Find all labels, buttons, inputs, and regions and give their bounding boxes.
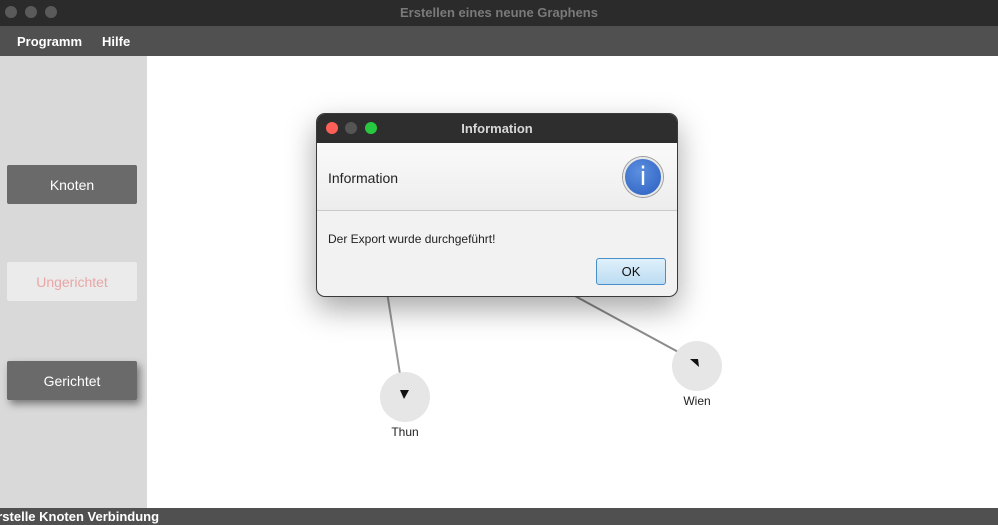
dialog-title: Information: [461, 121, 533, 136]
sidebar: Knoten Ungerichtet Gerichtet: [0, 56, 147, 508]
info-icon: i: [623, 157, 663, 197]
dialog-titlebar: Information: [317, 114, 677, 143]
menu-programm[interactable]: Programm: [17, 34, 82, 49]
dialog-header: Information i: [317, 143, 677, 211]
gerichtet-button[interactable]: Gerichtet: [7, 361, 137, 400]
menu-bar: Programm Hilfe: [0, 26, 998, 56]
status-bar: erstelle Knoten Verbindung: [0, 508, 998, 525]
window-titlebar: Erstellen eines neune Graphens: [0, 0, 998, 26]
node-label-thun: Thun: [391, 425, 419, 439]
ungerichtet-button[interactable]: Ungerichtet: [7, 262, 137, 301]
dialog-header-text: Information: [328, 170, 399, 186]
knoten-button[interactable]: Knoten: [7, 165, 137, 204]
information-dialog: Information Information i Der Export wur…: [316, 113, 678, 297]
app-window: Erstellen eines neune Graphens Programm …: [0, 0, 998, 525]
dialog-message: Der Export wurde durchgeführt!: [328, 232, 496, 246]
ok-button[interactable]: OK: [596, 258, 666, 285]
edge-to-wien: [574, 295, 694, 361]
window-title: Erstellen eines neune Graphens: [400, 5, 598, 20]
node-wien[interactable]: [672, 341, 722, 391]
node-label-wien: Wien: [683, 394, 711, 408]
menu-hilfe[interactable]: Hilfe: [102, 34, 130, 49]
status-text: erstelle Knoten Verbindung: [0, 509, 160, 524]
